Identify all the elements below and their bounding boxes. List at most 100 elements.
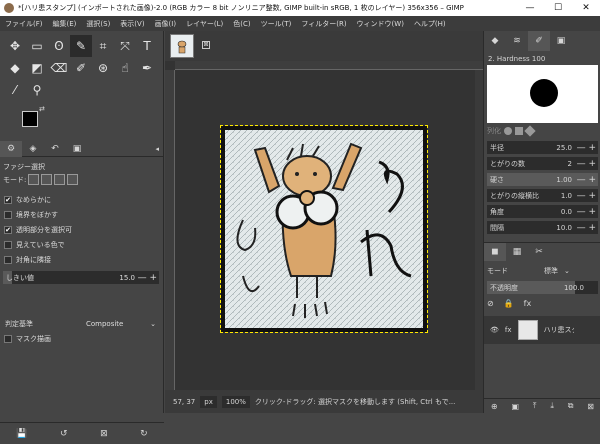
- delete-options-icon[interactable]: ⊠: [100, 429, 108, 439]
- aspect-stepper[interactable]: — +: [577, 191, 596, 201]
- duplicate-layer-icon[interactable]: ⧉: [568, 401, 574, 411]
- menu-tools[interactable]: ツール(T): [256, 19, 297, 29]
- lock-alpha-icon[interactable]: ⊘: [487, 299, 494, 308]
- circle-shape-icon[interactable]: [504, 127, 512, 135]
- dock-menu-icon[interactable]: ◂: [155, 145, 159, 153]
- layer-row[interactable]: 👁 fx ハリ患スタンプ: [484, 316, 600, 344]
- layer-opacity-slider[interactable]: 不透明度 100.0: [487, 281, 598, 294]
- move-tool-icon[interactable]: ✥: [4, 35, 26, 57]
- tab-layers[interactable]: ◼: [484, 242, 506, 261]
- threshold-stepper[interactable]: — +: [138, 273, 157, 283]
- stamp-artwork[interactable]: [220, 125, 428, 333]
- angle-stepper[interactable]: — +: [577, 207, 596, 217]
- path-tool-icon[interactable]: ✒: [136, 57, 158, 79]
- swap-colors-icon[interactable]: ⇄: [39, 105, 45, 113]
- image-tab-thumbnail[interactable]: [170, 34, 194, 58]
- mode-intersect-button[interactable]: [67, 174, 79, 185]
- transform-tool-icon[interactable]: ⤧: [114, 35, 136, 57]
- menu-view[interactable]: 表示(V): [115, 19, 149, 29]
- brush-spacing-slider[interactable]: 間隔 10.0 — +: [487, 221, 598, 234]
- menu-color[interactable]: 色(C): [228, 19, 255, 29]
- text-tool-icon[interactable]: T: [136, 35, 158, 57]
- radius-stepper[interactable]: — +: [577, 143, 596, 153]
- menu-select[interactable]: 選択(S): [81, 19, 115, 29]
- eraser-tool-icon[interactable]: ⌫: [48, 57, 70, 79]
- reset-options-icon[interactable]: ↻: [140, 429, 148, 439]
- brush-radius-slider[interactable]: 半径 25.0 — +: [487, 141, 598, 154]
- threshold-slider[interactable]: しきい値 15.0 — +: [3, 271, 159, 284]
- paintbrush-tool-icon[interactable]: ✐: [70, 57, 92, 79]
- tab-fonts[interactable]: ≋: [506, 31, 528, 51]
- layer-name[interactable]: ハリ患スタンプ: [544, 325, 574, 335]
- tab-brushes[interactable]: ✐: [528, 31, 550, 51]
- image-tab-close-icon[interactable]: ⊠: [202, 41, 210, 49]
- tab-undo-history[interactable]: ↶: [44, 141, 66, 157]
- option-diagonal[interactable]: 対角に隣接: [4, 255, 51, 265]
- rect-select-tool-icon[interactable]: ▭: [26, 35, 48, 57]
- brush-spikes-slider[interactable]: とがりの数 2 — +: [487, 157, 598, 170]
- vertical-scrollbar[interactable]: [475, 70, 483, 390]
- eye-icon[interactable]: 👁: [490, 326, 499, 334]
- new-layer-icon[interactable]: ⊕: [491, 402, 498, 411]
- tab-channels[interactable]: ▦: [506, 243, 528, 261]
- gradient-tool-icon[interactable]: ◩: [26, 57, 48, 79]
- lock-icon[interactable]: 🔒: [504, 299, 514, 308]
- sample-merged-checkbox[interactable]: [4, 241, 12, 249]
- diagonal-checkbox[interactable]: [4, 256, 12, 264]
- bucket-fill-tool-icon[interactable]: ◆: [4, 57, 26, 79]
- spacing-stepper[interactable]: — +: [577, 223, 596, 233]
- option-draw-mask[interactable]: マスク描画: [4, 334, 51, 344]
- maximize-button[interactable]: ☐: [544, 3, 572, 13]
- layer-effects-icon[interactable]: fx: [505, 326, 512, 334]
- brush-aspect-slider[interactable]: とがりの縦横比 1.0 — +: [487, 189, 598, 202]
- hardness-stepper[interactable]: — +: [577, 175, 596, 185]
- effects-icon[interactable]: fx: [524, 299, 532, 308]
- mode-add-button[interactable]: [41, 174, 53, 185]
- tab-paths[interactable]: ✂: [528, 243, 550, 261]
- criterion-select[interactable]: Composite ⌄: [83, 317, 159, 330]
- crop-tool-icon[interactable]: ⌗: [92, 35, 114, 57]
- spikes-stepper[interactable]: — +: [577, 159, 596, 169]
- minimize-button[interactable]: —: [516, 3, 544, 13]
- restore-options-icon[interactable]: ↺: [60, 429, 68, 439]
- save-options-icon[interactable]: 💾: [16, 429, 27, 439]
- new-group-icon[interactable]: ▣: [511, 402, 519, 411]
- square-shape-icon[interactable]: [515, 127, 523, 135]
- layer-mode-select[interactable]: 標準: [544, 266, 558, 276]
- delete-layer-icon[interactable]: ⊠: [587, 402, 594, 411]
- menu-edit[interactable]: 編集(E): [48, 19, 82, 29]
- option-select-transparent[interactable]: ✔ 透明部分を選択可: [4, 225, 72, 235]
- unit-select[interactable]: px: [200, 395, 217, 408]
- smudge-tool-icon[interactable]: ☝: [114, 57, 136, 79]
- raise-layer-icon[interactable]: ⤒: [533, 401, 537, 411]
- diamond-shape-icon[interactable]: [524, 125, 536, 137]
- tab-images[interactable]: ▣: [66, 141, 88, 157]
- menu-file[interactable]: ファイル(F): [0, 19, 48, 29]
- select-transparent-checkbox[interactable]: ✔: [4, 226, 12, 234]
- feather-checkbox[interactable]: [4, 211, 12, 219]
- option-antialias[interactable]: ✔ なめらかに: [4, 195, 51, 205]
- tab-patterns[interactable]: ◆: [484, 31, 506, 51]
- antialias-checkbox[interactable]: ✔: [4, 196, 12, 204]
- zoom-select[interactable]: 100%: [221, 395, 250, 408]
- zoom-tool-icon[interactable]: ⚲: [26, 79, 48, 101]
- mode-subtract-button[interactable]: [54, 174, 66, 185]
- draw-mask-checkbox[interactable]: [4, 335, 12, 343]
- menu-layer[interactable]: レイヤー(L): [181, 19, 228, 29]
- foreground-color[interactable]: [22, 111, 38, 127]
- menu-filters[interactable]: フィルター(R): [296, 19, 351, 29]
- fuzzy-select-tool-icon[interactable]: ✎: [70, 35, 92, 57]
- brush-hardness-slider[interactable]: 硬さ 1.00 — +: [487, 173, 598, 186]
- horizontal-ruler[interactable]: [175, 61, 483, 70]
- tab-device-status[interactable]: ◈: [22, 141, 44, 157]
- mode-replace-button[interactable]: [28, 174, 40, 185]
- tab-tool-options[interactable]: ⚙: [0, 140, 22, 157]
- close-button[interactable]: ✕: [572, 3, 600, 13]
- lasso-tool-icon[interactable]: ʘ: [48, 35, 70, 57]
- brush-angle-slider[interactable]: 角度 0.0 — +: [487, 205, 598, 218]
- option-sample-merged[interactable]: 見えている色で: [4, 240, 65, 250]
- vertical-ruler[interactable]: [165, 70, 175, 390]
- clone-tool-icon[interactable]: ⊛: [92, 57, 114, 79]
- tab-brush-editor[interactable]: ▣: [550, 31, 572, 51]
- color-picker-tool-icon[interactable]: ⁄: [4, 79, 26, 101]
